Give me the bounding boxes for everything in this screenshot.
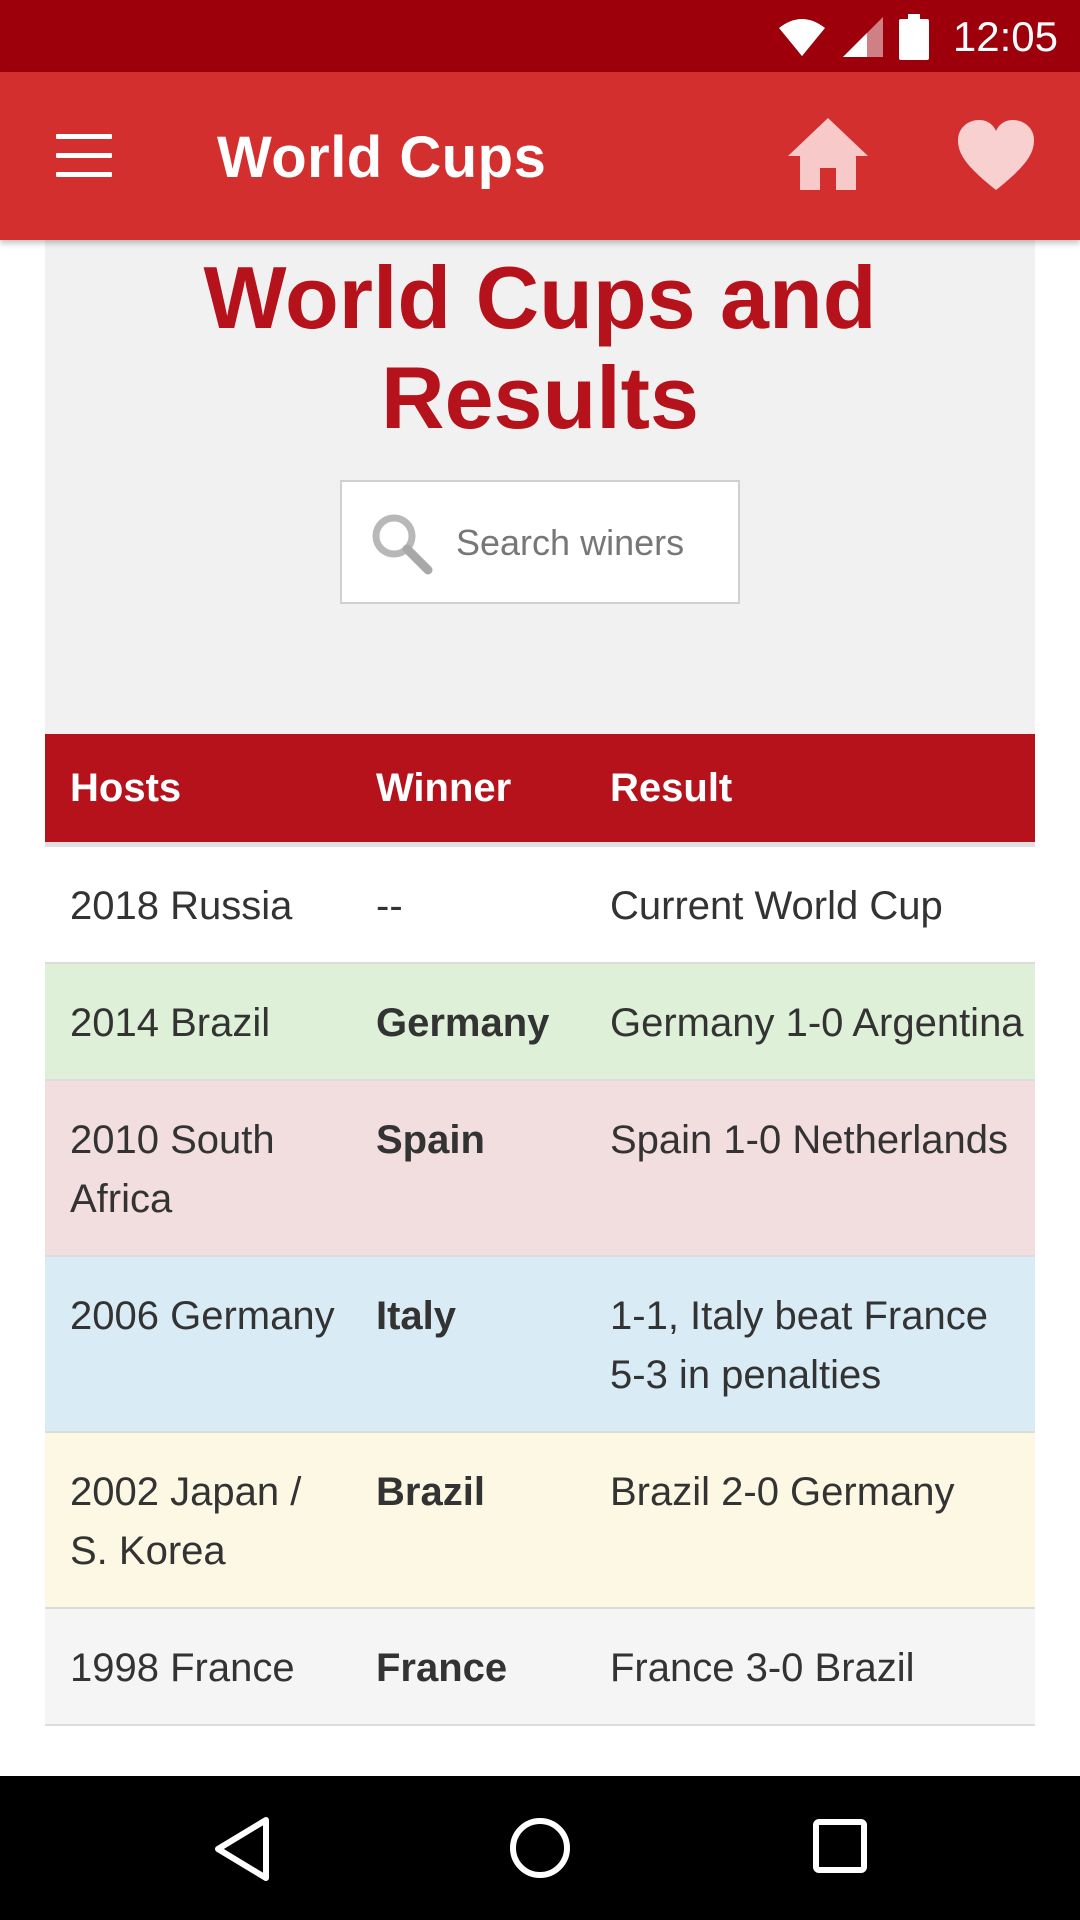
back-icon[interactable] [212, 1816, 272, 1882]
winner-cell: Germany [351, 963, 585, 1081]
host-cell: 2018 Russia [45, 844, 351, 964]
home-icon[interactable] [786, 116, 870, 192]
result-cell: Current World Cup [585, 844, 1035, 964]
status-time: 12:05 [952, 13, 1058, 60]
winner-cell: France [351, 1608, 585, 1726]
app-title: World Cups [217, 125, 547, 190]
recent-apps-icon[interactable] [812, 1818, 868, 1874]
hero-section: World Cups and Results [45, 240, 1035, 734]
result-cell: Germany 1-0 Argentina [585, 963, 1035, 1081]
host-cell: 2010 South Africa [45, 1080, 351, 1257]
heart-icon[interactable] [956, 118, 1036, 192]
winner-cell: Brazil [351, 1432, 585, 1609]
search-box[interactable] [340, 480, 740, 604]
search-icon [372, 514, 433, 575]
winner-cell: -- [351, 844, 585, 964]
page-title-line-2: Results [381, 348, 699, 447]
result-cell: Spain 1-0 Netherlands [585, 1080, 1035, 1257]
header-result: Result [585, 734, 1035, 847]
search-input[interactable] [456, 512, 706, 574]
status-icons: 12:05 [777, 10, 1058, 64]
winner-cell: Italy [351, 1256, 585, 1433]
table-row: 2006 Germany Italy 1-1, Italy beat Franc… [45, 1256, 1035, 1433]
header-winner: Winner [351, 734, 585, 847]
table-row: 2010 South Africa Spain Spain 1-0 Nether… [45, 1080, 1035, 1257]
wifi-icon [778, 19, 825, 56]
table-row: 2002 Japan / S. Korea Brazil Brazil 2-0 … [45, 1432, 1035, 1609]
table-row: 1998 France France France 3-0 Brazil [45, 1608, 1035, 1726]
menu-icon[interactable] [56, 134, 112, 178]
home-circle-icon[interactable] [508, 1816, 572, 1880]
navigation-bar [0, 1776, 1080, 1920]
host-cell: 1998 France [45, 1608, 351, 1726]
result-cell: Brazil 2-0 Germany [585, 1432, 1035, 1609]
page-title: World Cups and Results [45, 248, 1035, 448]
table-row: 2014 Brazil Germany Germany 1-0 Argentin… [45, 963, 1035, 1081]
header-hosts: Hosts [45, 734, 351, 847]
table-header-row: Hosts Winner Result [45, 734, 1035, 847]
table-row: 2018 Russia -- Current World Cup [45, 844, 1035, 964]
host-cell: 2002 Japan / S. Korea [45, 1432, 351, 1609]
host-cell: 2006 Germany [45, 1256, 351, 1433]
content-area: World Cups and Results Hosts Winner Resu… [45, 240, 1035, 1776]
status-bar: 12:05 [0, 0, 1080, 72]
cell-signal-icon [842, 17, 883, 57]
battery-icon [898, 14, 929, 60]
winner-cell: Spain [351, 1080, 585, 1257]
results-table: Hosts Winner Result 2018 Russia -- Curre… [45, 734, 1035, 1726]
result-cell: 1-1, Italy beat France 5-3 in penalties [585, 1256, 1035, 1433]
result-cell: France 3-0 Brazil [585, 1608, 1035, 1726]
app-bar: World Cups [0, 72, 1080, 240]
host-cell: 2014 Brazil [45, 963, 351, 1081]
page-title-line-1: World Cups and [203, 248, 877, 347]
